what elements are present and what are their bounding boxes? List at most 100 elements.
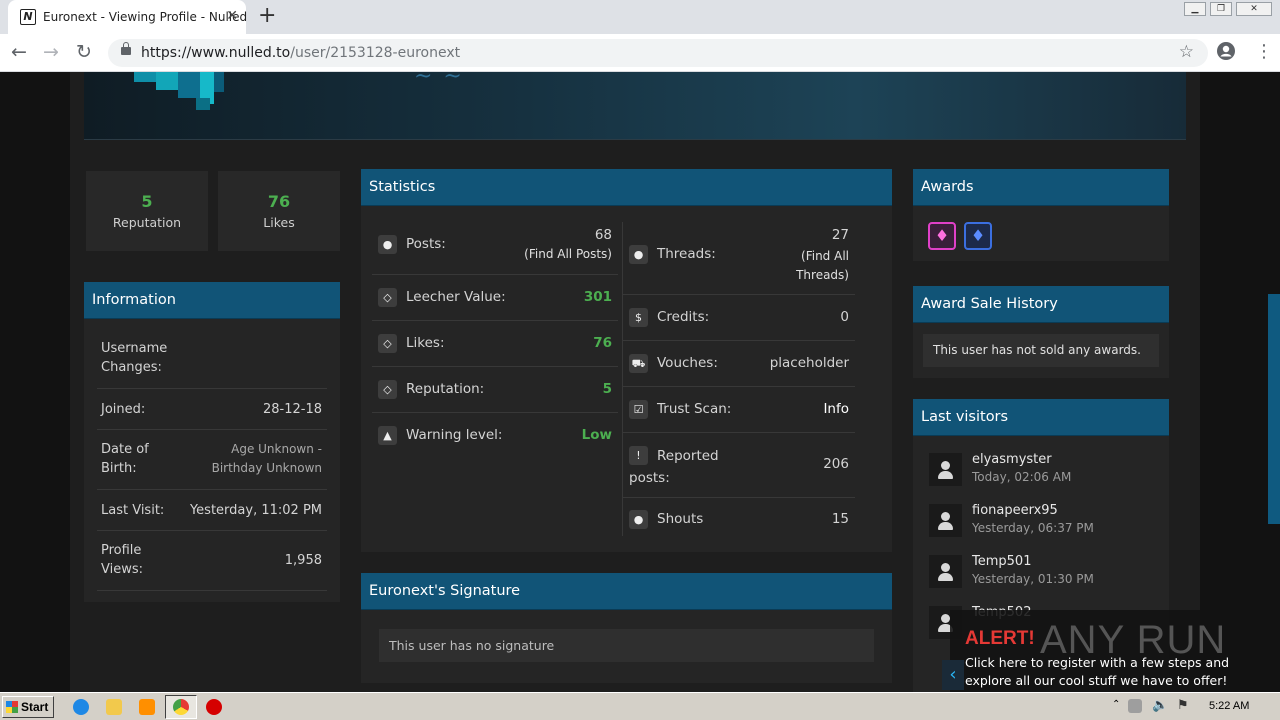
- info-row-joined: Joined: 28-12-18: [97, 389, 327, 430]
- visitor-item[interactable]: Temp501 Yesterday, 01:30 PM: [929, 548, 1149, 592]
- visitor-item[interactable]: fionapeerx95 Yesterday, 06:37 PM: [929, 497, 1149, 541]
- stat-value: placeholder: [769, 355, 849, 371]
- forward-arrow-icon[interactable]: →: [43, 40, 59, 64]
- stat-row-shouts: ● Shouts 15: [623, 498, 855, 540]
- back-arrow-icon[interactable]: ←: [11, 40, 27, 64]
- page-scrollbar-thumb[interactable]: [1268, 294, 1280, 524]
- information-title: Information: [84, 282, 340, 319]
- chevron-left-icon[interactable]: ‹: [942, 660, 964, 690]
- restore-window-button[interactable]: ❐: [1210, 2, 1232, 16]
- start-button[interactable]: Start: [2, 696, 54, 718]
- windows-taskbar: Start ⌃ 🔈 ⚑ 5:22 AM: [0, 692, 1280, 720]
- page-viewport: ~ ~ 5 Reputation 76 Likes Information Us…: [0, 72, 1280, 692]
- network-icon[interactable]: [1128, 699, 1142, 713]
- stop-icon[interactable]: [206, 699, 222, 715]
- media-player-icon[interactable]: [139, 699, 155, 715]
- volume-icon[interactable]: 🔈: [1152, 698, 1168, 713]
- stat-row-warning-level: ▲ Warning level: Low: [372, 413, 618, 459]
- stat-key: Reported posts:: [629, 448, 719, 486]
- minimize-window-button[interactable]: ▁: [1184, 2, 1206, 16]
- reload-icon[interactable]: ↻: [76, 40, 92, 64]
- nulled-favicon-icon: N: [20, 9, 36, 25]
- alert-message[interactable]: Click here to register with a few steps …: [965, 654, 1230, 690]
- info-key: Profile Views:: [101, 543, 144, 577]
- bookmark-star-icon[interactable]: ☆: [1179, 42, 1194, 62]
- dollar-icon: $: [629, 308, 648, 327]
- info-key: Username Changes:: [101, 341, 168, 375]
- address-bar[interactable]: https://www.nulled.to/user/2153128-euron…: [108, 39, 1208, 67]
- info-value: 28-12-18: [262, 402, 322, 417]
- windows-logo-icon: [6, 701, 18, 713]
- award-sale-history-title: Award Sale History: [913, 286, 1169, 323]
- stat-key: Reputation:: [406, 381, 485, 397]
- find-all-posts-link[interactable]: (Find All Posts): [524, 247, 612, 261]
- stat-row-leecher-value: ◇ Leecher Value: 301: [372, 275, 618, 321]
- visitor-name[interactable]: elyasmyster: [972, 452, 1052, 467]
- file-explorer-icon[interactable]: [106, 699, 122, 715]
- browser-toolbar: ← → ↻ https://www.nulled.to/user/2153128…: [0, 34, 1280, 72]
- visitor-time: Yesterday, 06:37 PM: [972, 521, 1094, 535]
- account-icon[interactable]: [1216, 41, 1236, 67]
- stat-key: Vouches:: [657, 355, 718, 371]
- blue-diamond-award-icon[interactable]: ♦: [964, 222, 992, 250]
- tab-title: Euronext - Viewing Profile - Nulled: [43, 10, 248, 24]
- info-value: 1,958: [284, 553, 322, 568]
- stat-row-likes: ◇ Likes: 76: [372, 321, 618, 367]
- stat-value: 0: [840, 309, 849, 325]
- tab-close-icon[interactable]: ✕: [226, 8, 238, 24]
- cart-icon: ⛟: [629, 354, 648, 373]
- browser-tab-strip: N Euronext - Viewing Profile - Nulled ✕ …: [0, 0, 1280, 34]
- stat-row-credits: $ Credits: 0: [623, 295, 855, 341]
- stat-value: 5: [602, 381, 612, 397]
- pink-diamond-award-icon[interactable]: ♦: [928, 222, 956, 250]
- stat-row-reputation: ◇ Reputation: 5: [372, 367, 618, 413]
- awards-title: Awards: [913, 169, 1169, 206]
- stat-value: 27: [831, 227, 849, 243]
- visitor-name[interactable]: fionapeerx95: [972, 503, 1058, 518]
- taskbar-clock[interactable]: 5:22 AM: [1209, 700, 1249, 712]
- stat-value: 76: [593, 335, 612, 351]
- register-alert-popup[interactable]: ANY RUN ‹ ALERT! Click here to register …: [942, 610, 1235, 692]
- banner-script-decoration: ~ ~: [414, 72, 464, 89]
- info-value: Age Unknown - Birthday Unknown: [211, 442, 322, 475]
- diamond-icon: ◇: [378, 288, 397, 307]
- info-row-username-changes: Username Changes:: [97, 329, 327, 389]
- visitor-name[interactable]: Temp501: [972, 554, 1031, 569]
- statistics-title: Statistics: [361, 169, 892, 206]
- site-banner: ~ ~: [84, 72, 1186, 140]
- user-avatar-icon: [929, 453, 962, 486]
- tray-expand-icon[interactable]: ⌃: [1112, 699, 1120, 710]
- browser-menu-icon[interactable]: ⋮: [1255, 41, 1273, 63]
- diamond-icon: ◇: [378, 334, 397, 353]
- chrome-taskbar-button[interactable]: [165, 695, 197, 719]
- info-key: Date of Birth:: [101, 442, 149, 476]
- new-tab-button[interactable]: +: [258, 5, 276, 27]
- stat-row-trust-scan: ☑ Trust Scan: Info: [623, 387, 855, 433]
- site-logo-icon: [134, 72, 224, 110]
- close-window-button[interactable]: ✕: [1236, 2, 1272, 16]
- flag-icon[interactable]: ⚑: [1177, 698, 1189, 713]
- chat-bubbles-icon: ●: [629, 510, 648, 529]
- trust-scan-info-link[interactable]: Info: [823, 401, 849, 417]
- stat-row-reported-posts: ! Reported posts: 206: [623, 433, 855, 498]
- user-avatar-icon: [929, 555, 962, 588]
- stat-key: Likes:: [406, 335, 445, 351]
- stat-key: Warning level:: [406, 427, 503, 443]
- info-row-last-visit: Last Visit: Yesterday, 11:02 PM: [97, 490, 327, 531]
- stat-value: 206: [823, 456, 849, 472]
- warning-icon: ▲: [378, 426, 397, 445]
- reputation-summary: 5 Reputation: [86, 171, 208, 251]
- url-path: /user/2153128-euronext: [290, 45, 461, 61]
- address-url[interactable]: https://www.nulled.to/user/2153128-euron…: [141, 45, 460, 61]
- visitor-item[interactable]: elyasmyster Today, 02:06 AM: [929, 446, 1149, 490]
- user-avatar-icon: [929, 504, 962, 537]
- start-label: Start: [21, 700, 49, 714]
- info-row-date-of-birth: Date of Birth: Age Unknown - Birthday Un…: [97, 430, 327, 490]
- browser-tab[interactable]: N Euronext - Viewing Profile - Nulled ✕: [8, 0, 248, 34]
- find-all-threads-link[interactable]: (Find All Threads): [779, 247, 849, 285]
- chat-bubbles-icon: ●: [629, 245, 648, 264]
- stat-row-vouches: ⛟ Vouches: placeholder: [623, 341, 855, 387]
- stat-key: Threads:: [657, 246, 716, 262]
- internet-explorer-icon[interactable]: [73, 699, 89, 715]
- likes-summary: 76 Likes: [218, 171, 340, 251]
